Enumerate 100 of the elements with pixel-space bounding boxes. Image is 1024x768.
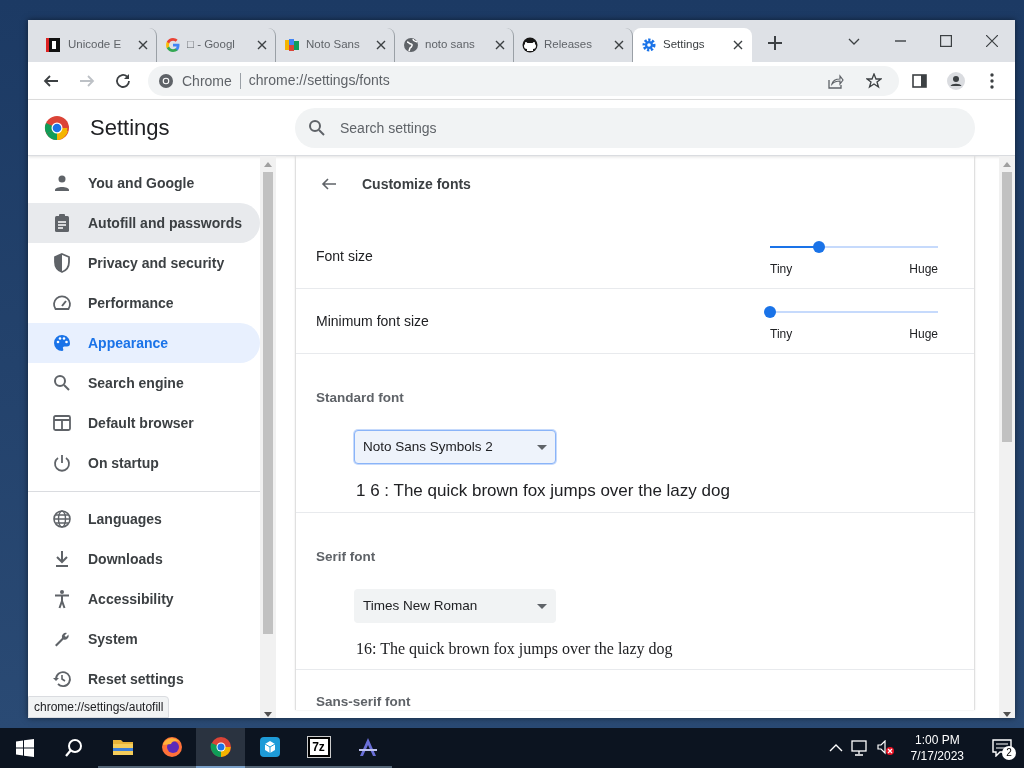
browser-tab[interactable]: Noto Sans bbox=[276, 28, 395, 62]
windows-logo-icon bbox=[15, 739, 34, 757]
browser-tab[interactable]: □ - Googl bbox=[157, 28, 276, 62]
setting-label: Font size bbox=[316, 246, 374, 266]
notifications-button[interactable]: 2 bbox=[980, 728, 1024, 768]
taskbar-app[interactable]: 7z bbox=[294, 728, 343, 768]
setting-label: Minimum font size bbox=[316, 311, 430, 331]
sidebar-item[interactable]: Appearance bbox=[28, 323, 260, 363]
font-sample: 1 6 : The quick brown fox jumps over the lazy dog bbox=[356, 480, 731, 503]
close-icon[interactable] bbox=[376, 40, 386, 50]
slider-thumb[interactable] bbox=[764, 305, 776, 318]
side-panel-icon bbox=[911, 71, 929, 90]
avatar-icon bbox=[947, 71, 965, 90]
close-icon[interactable] bbox=[614, 40, 624, 50]
search-field[interactable]: Search settings bbox=[295, 107, 975, 148]
taskbar-app[interactable] bbox=[196, 728, 245, 768]
plus-icon bbox=[768, 36, 782, 50]
scroll-up-icon bbox=[1003, 161, 1011, 167]
close-icon bbox=[986, 35, 998, 47]
gear-icon bbox=[641, 37, 657, 53]
sidebar-item[interactable]: Languages bbox=[28, 499, 260, 539]
speaker-muted-icon[interactable] bbox=[876, 740, 895, 756]
browser-window-icon bbox=[52, 413, 72, 433]
compass-drawing-icon bbox=[356, 736, 379, 758]
clipboard-icon bbox=[52, 213, 72, 233]
share-icon bbox=[828, 72, 844, 89]
message-icon bbox=[992, 739, 1012, 757]
section-label: Serif font bbox=[316, 547, 377, 566]
browser-tab[interactable]: noto sans bbox=[395, 28, 514, 62]
history-icon bbox=[52, 669, 72, 689]
sidebar-item[interactable]: Default browser bbox=[28, 403, 260, 443]
notification-count: 2 bbox=[1002, 746, 1016, 760]
globe-icon bbox=[403, 37, 419, 53]
minimize-icon bbox=[894, 40, 906, 42]
kebab-menu-icon bbox=[990, 72, 994, 89]
scrollbar[interactable] bbox=[260, 156, 276, 718]
globe-icon bbox=[52, 509, 72, 529]
font-sample: 16: The quick brown fox jumps over the lazy dog bbox=[356, 639, 674, 660]
address-bar[interactable]: Chrome chrome://settings/fonts bbox=[148, 65, 899, 96]
sidebar-item[interactable]: Performance bbox=[28, 283, 260, 323]
scroll-up-icon bbox=[264, 161, 272, 167]
slider-thumb[interactable] bbox=[812, 240, 825, 253]
caret-icon bbox=[537, 444, 547, 450]
slider-min-label: Tiny bbox=[770, 260, 793, 278]
person-icon bbox=[52, 173, 72, 193]
google-logo-icon bbox=[165, 37, 181, 53]
browser-tab[interactable]: Unicode E bbox=[38, 28, 157, 62]
sidebar-item[interactable]: Privacy and security bbox=[28, 243, 260, 283]
github-logo-icon bbox=[522, 37, 538, 53]
sidebar-item[interactable]: Downloads bbox=[28, 539, 260, 579]
sidebar-item[interactable]: Accessibility bbox=[28, 579, 260, 619]
caret-icon bbox=[537, 603, 547, 609]
chevron-down-icon bbox=[848, 37, 860, 45]
close-icon[interactable] bbox=[138, 40, 148, 50]
sidebar-item[interactable]: On startup bbox=[28, 443, 260, 483]
star-icon bbox=[866, 72, 882, 89]
colorful-logo-icon bbox=[284, 37, 300, 53]
chrome-logo-icon bbox=[158, 72, 174, 89]
reload-icon bbox=[114, 71, 132, 90]
scroll-down-icon bbox=[1003, 712, 1011, 718]
chevron-up-icon[interactable] bbox=[828, 743, 843, 753]
scroll-down-icon bbox=[264, 712, 272, 718]
sidebar-item[interactable]: Autofill and passwords bbox=[28, 203, 260, 243]
network-icon[interactable] bbox=[850, 740, 869, 756]
sidebar-item[interactable]: You and Google bbox=[28, 163, 260, 203]
search-icon bbox=[52, 373, 72, 393]
maximize-icon bbox=[940, 35, 952, 47]
gauge-icon bbox=[52, 293, 72, 313]
back-arrow-icon bbox=[321, 176, 337, 192]
url-text: chrome://settings/fonts bbox=[248, 71, 391, 90]
app-logo-icon: 7z bbox=[307, 737, 330, 757]
cube-icon bbox=[258, 736, 281, 758]
palette-icon bbox=[52, 333, 72, 353]
chrome-logo-icon bbox=[209, 736, 232, 758]
power-icon bbox=[52, 453, 72, 473]
search-icon bbox=[63, 738, 84, 758]
close-icon[interactable] bbox=[733, 40, 743, 50]
close-icon[interactable] bbox=[495, 40, 505, 50]
shield-icon bbox=[52, 253, 72, 273]
slider-min-label: Tiny bbox=[770, 325, 793, 343]
logo-icon bbox=[46, 37, 62, 53]
font-dropdown[interactable]: Times New Roman bbox=[354, 589, 556, 623]
sidebar-item[interactable]: System bbox=[28, 619, 260, 659]
site-label: Chrome bbox=[182, 72, 241, 89]
slider-max-label: Huge bbox=[909, 325, 938, 343]
close-icon[interactable] bbox=[257, 40, 267, 50]
clock[interactable]: 1:00 PM 7/17/2023 bbox=[902, 732, 972, 764]
section-label: Standard font bbox=[316, 389, 405, 407]
scrollbar[interactable] bbox=[999, 156, 1015, 718]
font-dropdown[interactable]: Noto Sans Symbols 2 bbox=[354, 430, 556, 465]
fox-icon bbox=[160, 736, 183, 758]
section-label: Sans-serif font bbox=[316, 694, 411, 709]
sidebar-item[interactable]: Search engine bbox=[28, 363, 260, 403]
sidebar-item[interactable]: Reset settings bbox=[28, 659, 260, 699]
status-url: chrome://settings/autofill bbox=[28, 696, 170, 718]
chrome-logo-icon bbox=[44, 114, 70, 141]
browser-tab[interactable]: Settings bbox=[633, 28, 752, 62]
section-heading: Customize fonts bbox=[362, 174, 471, 194]
slider-max-label: Huge bbox=[909, 260, 938, 278]
accessibility-icon bbox=[52, 589, 72, 609]
